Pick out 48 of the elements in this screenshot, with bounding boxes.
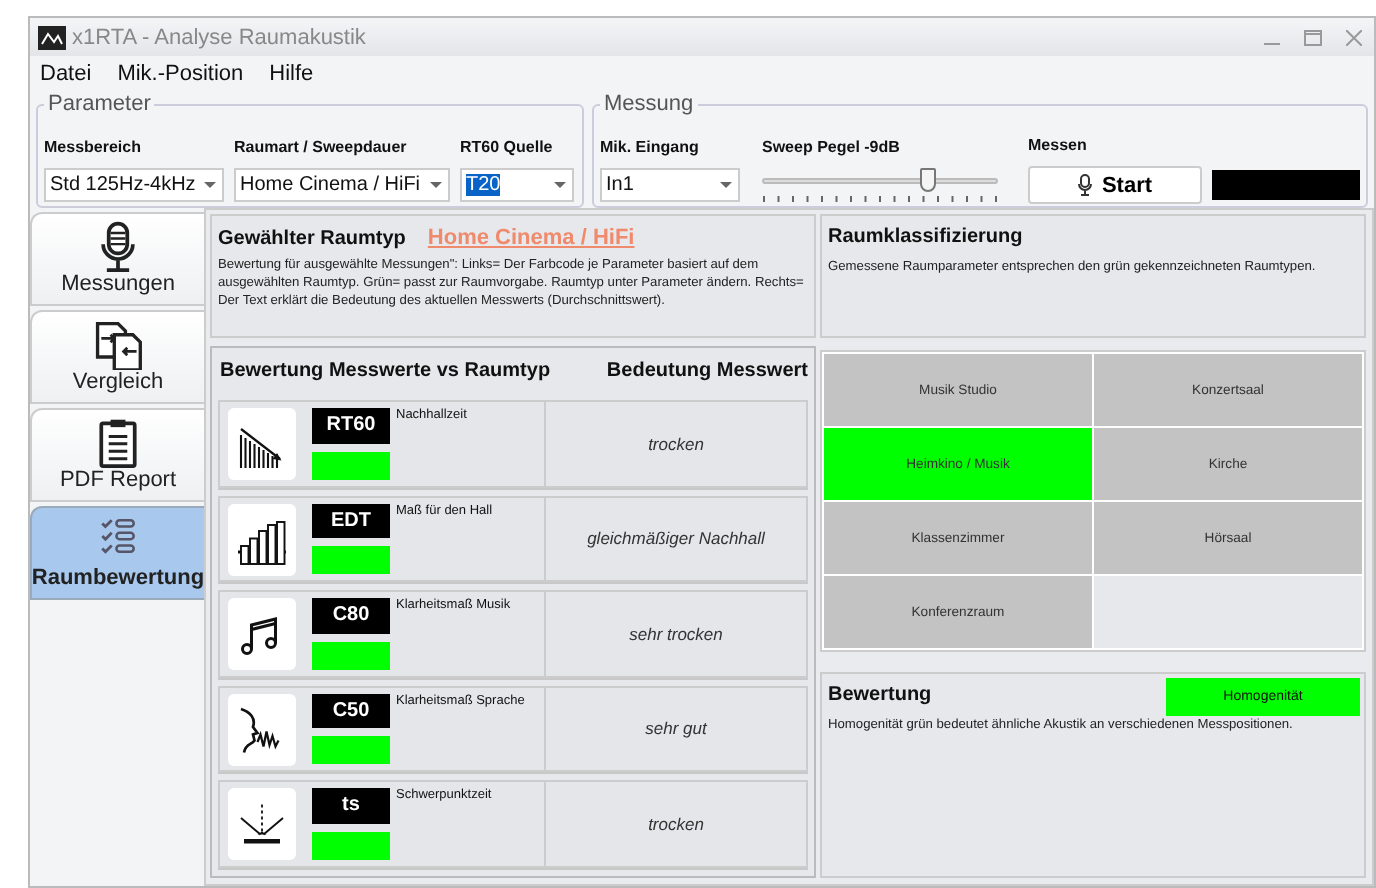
caret-icon bbox=[430, 181, 442, 189]
nav-tab[interactable]: PDF Report bbox=[30, 408, 204, 502]
dropdown[interactable]: Home Cinema / HiFi bbox=[234, 168, 450, 202]
field-label: Mik. Eingang bbox=[600, 138, 701, 156]
meaning-text: gleichmäßiger Nachhall bbox=[585, 526, 767, 553]
slider-thumb[interactable] bbox=[919, 168, 936, 192]
section-title: Gewählter Raumtyp bbox=[218, 228, 406, 250]
column-header: Bewertung Messwerte vs Raumtyp bbox=[220, 359, 551, 381]
caret-icon bbox=[204, 181, 216, 189]
group-title: Messung bbox=[602, 92, 696, 116]
meaning-text: trocken bbox=[646, 431, 706, 458]
maximize-icon[interactable] bbox=[1304, 29, 1322, 45]
field-label: RT60 Quelle bbox=[460, 138, 555, 156]
meaning-text: sehr trocken bbox=[627, 621, 725, 648]
dropdown[interactable]: T20 bbox=[460, 168, 574, 202]
parameter-code: C80 bbox=[312, 598, 390, 634]
parameter-code: EDT bbox=[312, 503, 390, 539]
caret-icon bbox=[554, 181, 566, 189]
section-title: Raumklassifizierung bbox=[828, 226, 1025, 248]
microphone-icon bbox=[1077, 174, 1092, 196]
parameter-code: C50 bbox=[312, 693, 390, 729]
dropdown[interactable]: Std 125Hz-4kHz bbox=[44, 168, 224, 202]
menu-item[interactable]: Datei bbox=[38, 62, 94, 86]
nav-tab[interactable]: Raumbewertung bbox=[30, 506, 204, 600]
close-icon[interactable] bbox=[1346, 29, 1362, 45]
checklist-icon bbox=[96, 514, 140, 558]
parameter-code: ts bbox=[312, 788, 390, 824]
field-label: Messbereich bbox=[44, 138, 143, 156]
section-title: Bewertung bbox=[828, 684, 932, 706]
nav-tab[interactable]: Vergleich bbox=[30, 310, 204, 404]
dropdown[interactable]: In1 bbox=[600, 168, 740, 202]
nav-tab[interactable]: Messungen bbox=[30, 212, 204, 306]
caret-icon bbox=[720, 181, 732, 189]
menu-item[interactable]: Mik.-Position bbox=[115, 62, 246, 86]
start-button[interactable]: Start bbox=[1028, 166, 1202, 204]
meaning-text: trocken bbox=[646, 811, 706, 838]
column-header: Bedeutung Messwert bbox=[606, 359, 808, 381]
documents-icon bbox=[90, 318, 146, 370]
menu-item[interactable]: Hilfe bbox=[267, 62, 316, 86]
field-label: Sweep Pegel -9dB bbox=[762, 138, 902, 156]
field-label: Messen bbox=[1028, 136, 1089, 154]
level-slider[interactable] bbox=[762, 168, 998, 202]
app-logo-icon bbox=[38, 25, 66, 49]
meaning-text: sehr gut bbox=[643, 716, 710, 743]
field-label: Raumart / Sweepdauer bbox=[234, 138, 409, 156]
group-title: Parameter bbox=[46, 92, 153, 116]
parameter-code: RT60 bbox=[312, 408, 390, 444]
window-title: x1RTA - Analyse Raumakustik bbox=[72, 25, 368, 49]
